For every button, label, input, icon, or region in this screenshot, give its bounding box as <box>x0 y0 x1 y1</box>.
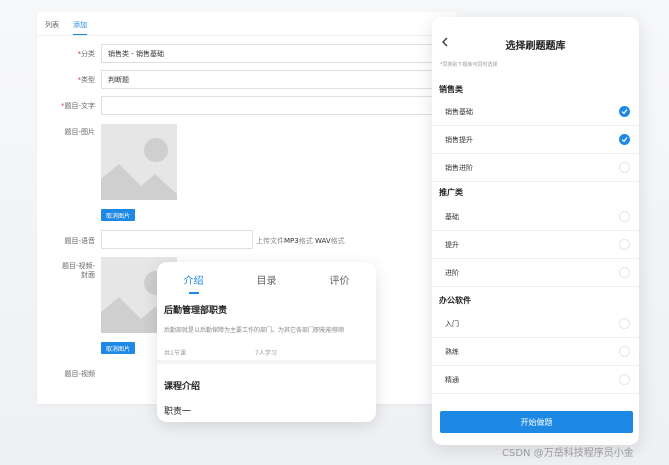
type-label-text: 类型 <box>81 76 95 84</box>
list-item[interactable]: 精通 <box>432 366 639 394</box>
course-tabs: 介绍 目录 评价 <box>157 272 376 287</box>
section-divider <box>157 360 376 364</box>
item-label: 入门 <box>445 320 459 328</box>
tab-list[interactable]: 列表 <box>45 20 59 35</box>
empty-circle-icon[interactable] <box>619 162 630 173</box>
empty-circle-icon[interactable] <box>619 239 630 250</box>
tab-add[interactable]: 添加 <box>73 20 87 35</box>
list-item[interactable]: 熟练 <box>432 338 639 366</box>
empty-circle-icon[interactable] <box>619 211 630 222</box>
text-label-text: 题目-文字 <box>64 102 95 110</box>
tab-divider <box>37 35 457 36</box>
group-title-office: 办公软件 <box>439 296 471 305</box>
list-item[interactable]: 销售提升 <box>432 126 639 154</box>
tab-reviews[interactable]: 评价 <box>330 272 350 287</box>
lesson-count: 共1节课 <box>164 350 186 357</box>
cancel-cover-button[interactable]: 取消图片 <box>101 342 136 354</box>
empty-circle-icon[interactable] <box>619 267 630 278</box>
item-label: 销售提升 <box>445 136 473 144</box>
item-label: 销售进阶 <box>445 164 473 172</box>
audio-format-hint: 上传文件MP3格式 WAV格式 <box>256 237 345 245</box>
watermark: CSDN @万岳科技程序员小金 <box>502 448 634 459</box>
group-title-sales: 销售类 <box>439 85 463 94</box>
empty-circle-icon[interactable] <box>619 346 630 357</box>
admin-tabs: 列表 添加 <box>45 20 87 35</box>
video-label: 题目-视频 <box>64 370 95 378</box>
screenshot-stage: 列表 添加 *分类 销售类 - 销售基础 *类型 判断题 *题目-文字 题目-图… <box>0 0 669 465</box>
tab-catalog[interactable]: 目录 <box>257 272 277 287</box>
list-item[interactable]: 基础 <box>432 203 639 231</box>
image-placeholder-icon <box>101 124 177 200</box>
group-title-promotion: 推广类 <box>439 188 463 197</box>
category-select[interactable]: 销售类 - 销售基础 <box>101 44 441 63</box>
item-label: 精通 <box>445 376 459 384</box>
list-item[interactable]: 销售基础 <box>432 98 639 126</box>
start-practice-button[interactable]: 开始做题 <box>440 411 633 433</box>
video-cover-label: 题目-视频- 封面 <box>61 262 95 279</box>
intro-heading: 课程介绍 <box>164 382 201 392</box>
course-title: 后勤管理部职责 <box>164 306 228 316</box>
empty-circle-icon[interactable] <box>619 318 630 329</box>
category-label-text: 分类 <box>81 50 95 58</box>
empty-circle-icon[interactable] <box>619 374 630 385</box>
picker-hint: *同类别下题库可同时选择 <box>440 62 498 68</box>
course-description: 后勤部就是以后勤保障为主要工作的部门。为其它各部门职能能够顺 <box>164 327 345 334</box>
check-circle-icon[interactable] <box>619 134 630 145</box>
image-label: 题目-图片 <box>64 128 95 136</box>
list-item[interactable]: 进阶 <box>432 259 639 287</box>
question-bank-picker: 选择刷题题库 *同类别下题库可同时选择 销售类 销售基础 销售提升 销售进阶 推… <box>432 17 639 445</box>
type-label: *类型 <box>77 76 96 84</box>
list-item[interactable]: 入门 <box>432 310 639 338</box>
question-text-input[interactable] <box>101 96 441 115</box>
item-label: 提升 <box>445 241 459 249</box>
tab-intro[interactable]: 介绍 <box>184 272 204 287</box>
item-label: 基础 <box>445 213 459 221</box>
list-item[interactable]: 提升 <box>432 231 639 259</box>
duty-heading: 职责一 <box>164 407 192 417</box>
audio-label: 题目-语音 <box>64 237 95 245</box>
category-label: *分类 <box>77 50 96 58</box>
check-circle-icon[interactable] <box>619 106 630 117</box>
item-label: 进阶 <box>445 269 459 277</box>
course-detail-card: 介绍 目录 评价 后勤管理部职责 后勤部就是以后勤保障为主要工作的部门。为其它各… <box>157 262 376 422</box>
image-placeholder[interactable] <box>101 124 177 200</box>
audio-file-input[interactable] <box>101 230 253 249</box>
list-item[interactable]: 销售进阶 <box>432 154 639 182</box>
picker-title: 选择刷题题库 <box>505 41 566 52</box>
type-select[interactable]: 判断题 <box>101 70 441 89</box>
text-label: *题目-文字 <box>60 102 95 110</box>
item-label: 熟练 <box>445 348 459 356</box>
item-label: 销售基础 <box>445 108 473 116</box>
active-tab-indicator <box>189 292 199 294</box>
cancel-image-button[interactable]: 取消图片 <box>101 209 136 221</box>
learner-count: 7人学习 <box>255 350 277 357</box>
